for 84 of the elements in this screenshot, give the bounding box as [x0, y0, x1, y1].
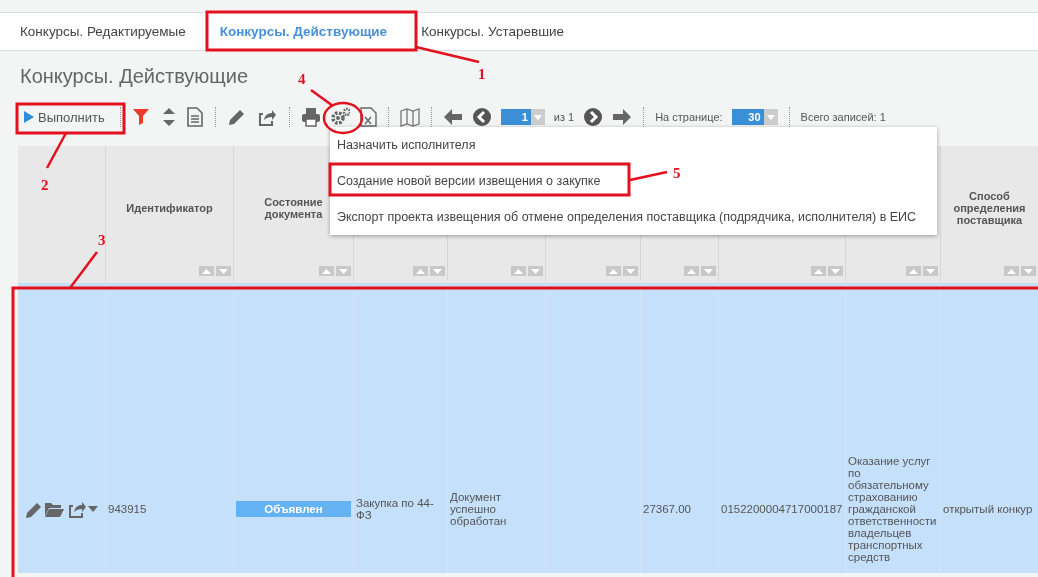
sort-descending-icon — [433, 268, 442, 274]
sort-descending-button[interactable] — [623, 266, 638, 276]
play-icon — [24, 111, 34, 123]
table-cell: 943915 — [106, 283, 234, 573]
table-cell: Документ успешно обработан — [448, 283, 546, 573]
sort-ascending-button[interactable] — [199, 266, 214, 276]
sort-descending-button[interactable] — [216, 266, 231, 276]
sort-ascending-icon — [416, 268, 425, 274]
sort-ascending-button[interactable] — [413, 266, 428, 276]
per-page-label: На странице: — [655, 111, 723, 123]
column-header: Идентификатор — [126, 202, 213, 214]
sort-descending-icon — [531, 268, 540, 274]
sort-ascending-icon — [687, 268, 696, 274]
annotation-number: 1 — [478, 66, 486, 82]
sort-ascending-icon — [322, 268, 331, 274]
arrow-left-icon[interactable] — [442, 107, 463, 127]
leader-line — [310, 89, 334, 107]
sort-descending-button[interactable] — [430, 266, 445, 276]
leader-line — [69, 251, 98, 289]
sort-descending-icon — [219, 268, 228, 274]
page-title: Конкурсы. Действующие — [20, 65, 249, 88]
caret-icon[interactable] — [88, 506, 98, 512]
sort-ascending-icon — [609, 268, 618, 274]
settings-icon[interactable] — [329, 107, 350, 127]
book-icon[interactable] — [399, 107, 420, 127]
column-header: Состояние документа — [264, 196, 323, 220]
sort-descending-icon — [831, 268, 840, 274]
sort-descending-button[interactable] — [1021, 266, 1036, 276]
status-badge: Объявлен — [236, 501, 351, 517]
menu-item[interactable]: Назначить исполнителя — [330, 127, 937, 163]
column-header: Способ определения поставщика — [953, 190, 1026, 226]
caret-icon — [533, 114, 542, 120]
total-records: Всего записей: 1 — [800, 111, 886, 123]
sort-ascending-icon — [909, 268, 918, 274]
sort-descending-icon — [339, 268, 348, 274]
annotation-number: 5 — [673, 165, 681, 181]
annotation-number: 2 — [41, 177, 49, 193]
sort-descending-icon — [704, 268, 713, 274]
leader-line — [45, 132, 68, 169]
filter-icon[interactable] — [131, 107, 152, 127]
sort-ascending-button[interactable] — [1004, 266, 1019, 276]
table-cell: Закупка по 44-ФЗ — [354, 283, 448, 573]
tab[interactable]: Конкурсы. Редактируемые — [3, 13, 203, 50]
pencil-icon[interactable] — [24, 500, 42, 518]
sort-ascending-button[interactable] — [811, 266, 826, 276]
leader-line — [415, 45, 480, 64]
arrow-right-icon[interactable] — [612, 107, 633, 127]
sort-descending-icon — [1024, 268, 1033, 274]
sort-descending-button[interactable] — [336, 266, 351, 276]
sort-ascending-icon — [1007, 268, 1016, 274]
sort-descending-button[interactable] — [828, 266, 843, 276]
document-icon[interactable] — [185, 107, 204, 127]
page-count: из 1 — [553, 111, 575, 123]
folder-icon[interactable] — [44, 501, 64, 517]
sort-ascending-icon — [814, 268, 823, 274]
spreadsheet-icon[interactable] — [358, 107, 377, 127]
menu-item[interactable]: Экспорт проекта извещения об отмене определения поставщика (подрядчика, исполнителя) в ЕИС — [330, 199, 937, 235]
table-cell: Оказание услуг по обязательному страхованию гражданской ответственности владельцев транспортных средств — [846, 283, 941, 573]
annotation-number: 4 — [298, 71, 306, 87]
tab[interactable]: Конкурсы. Устаревшие — [404, 13, 582, 50]
annotation-circle — [322, 101, 364, 135]
circle-arrow-left-icon[interactable] — [471, 107, 492, 127]
sort-ascending-icon — [514, 268, 523, 274]
table-cell: 0152200004717000187 — [719, 283, 846, 573]
sort-descending-icon — [626, 268, 635, 274]
sort-ascending-icon — [202, 268, 211, 274]
sort-ascending-button[interactable] — [319, 266, 334, 276]
leader-line — [629, 170, 668, 182]
pencil-icon[interactable] — [226, 107, 247, 127]
print-icon[interactable] — [300, 107, 321, 127]
run-button[interactable]: Выполнить — [20, 109, 109, 125]
sort-descending-button[interactable] — [528, 266, 543, 276]
sort-descending-button[interactable] — [701, 266, 716, 276]
table-cell: открытый конкур — [941, 283, 1038, 573]
sort-ascending-button[interactable] — [906, 266, 921, 276]
sort-ascending-button[interactable] — [511, 266, 526, 276]
table-cell: 27367.00 — [641, 283, 719, 573]
circle-arrow-right-icon[interactable] — [583, 107, 604, 127]
sort-ascending-button[interactable] — [606, 266, 621, 276]
caret-icon — [766, 114, 775, 120]
annotation-number: 3 — [98, 232, 106, 248]
sort-ascending-button[interactable] — [684, 266, 699, 276]
sort-descending-button[interactable] — [923, 266, 938, 276]
sort-descending-icon — [926, 268, 935, 274]
